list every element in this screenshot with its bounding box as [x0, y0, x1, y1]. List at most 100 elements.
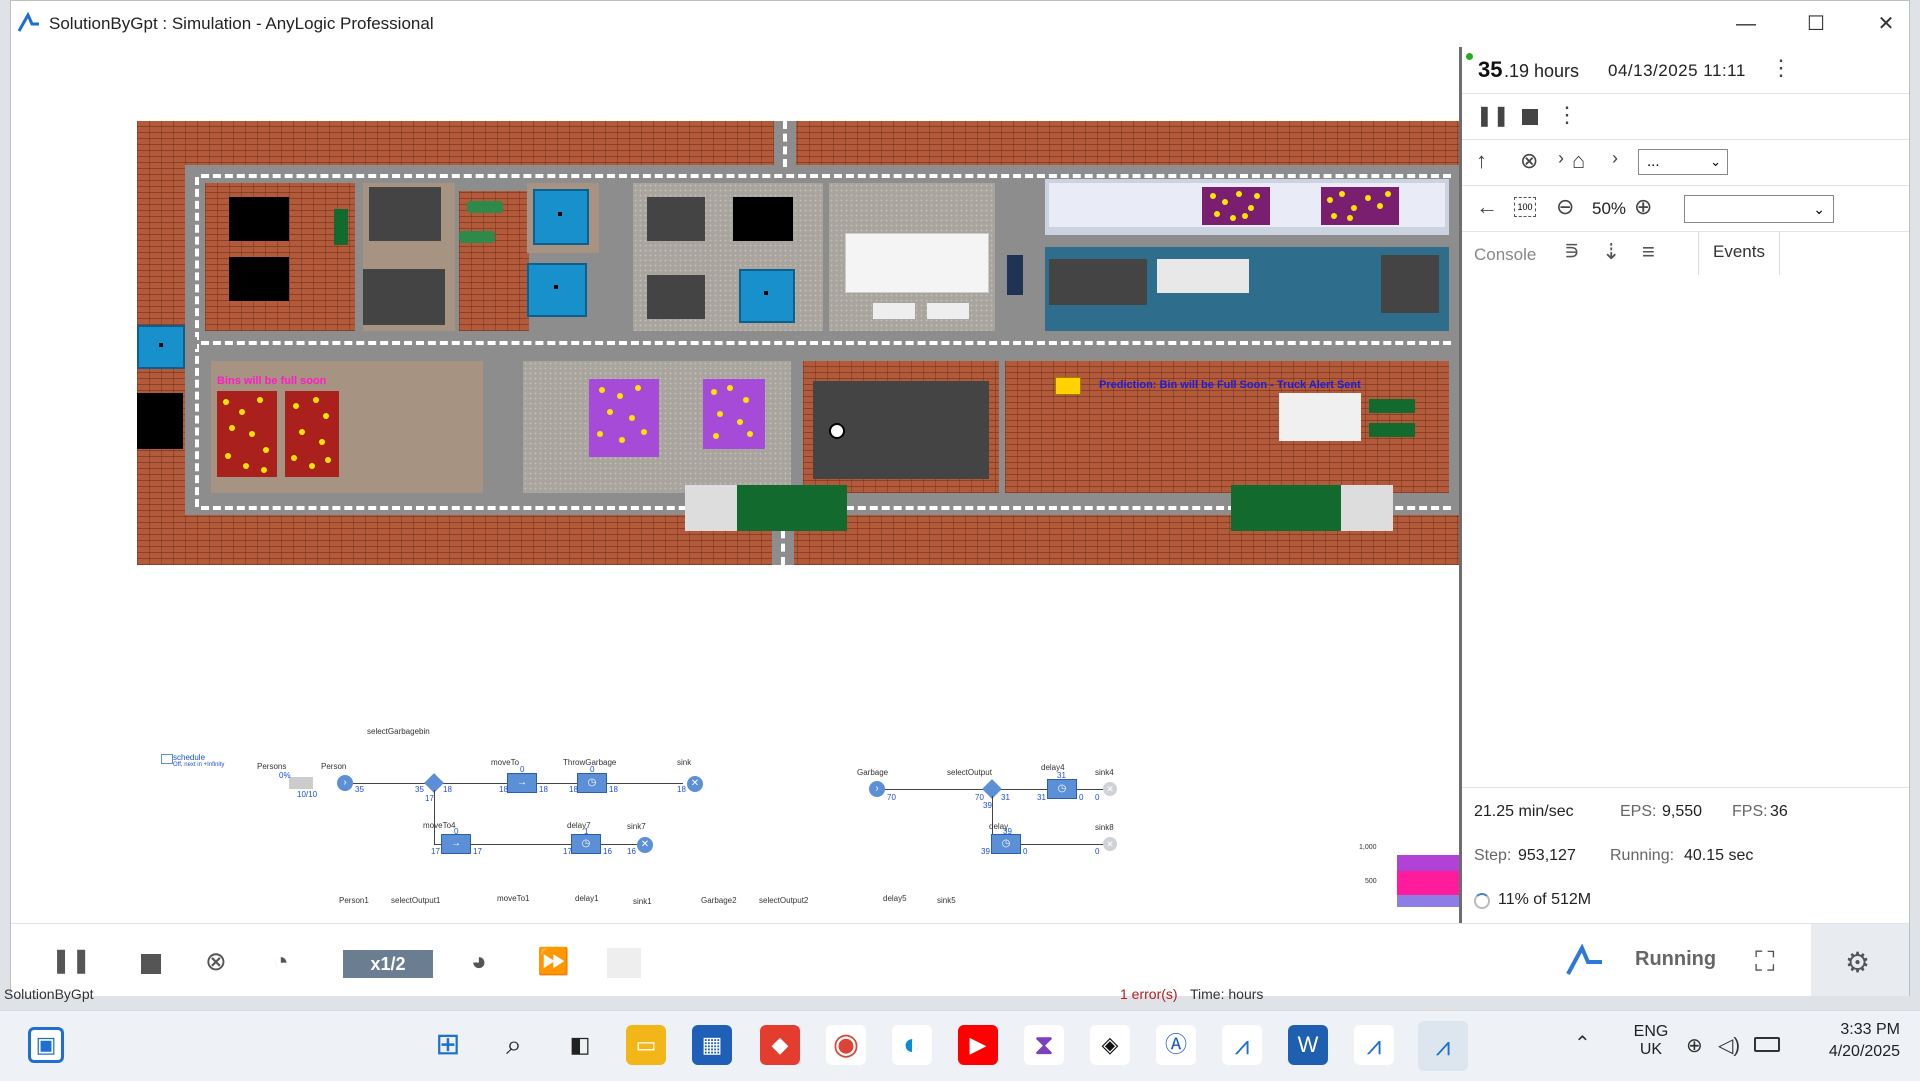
- arrow-back-icon[interactable]: ←: [1476, 194, 1498, 220]
- sink8-icon[interactable]: ✕: [1103, 837, 1117, 851]
- garbage-container: [527, 263, 587, 317]
- git-icon[interactable]: ◆: [760, 1025, 800, 1065]
- word-icon[interactable]: W: [1288, 1025, 1328, 1065]
- persons-population-icon[interactable]: [289, 777, 313, 789]
- flow-count: 31: [1057, 771, 1066, 780]
- building: [137, 393, 183, 449]
- chevron-up-icon[interactable]: ⌃: [1574, 1031, 1591, 1056]
- schedule-label[interactable]: schedule: [173, 753, 205, 762]
- simulation-canvas[interactable]: Bins will be full soon Prediction: Bin w…: [11, 47, 1459, 923]
- flow-label: delay5: [883, 894, 907, 903]
- model-time-fraction: .19 hours: [1504, 61, 1580, 81]
- close-button[interactable]: ✕: [1861, 9, 1911, 39]
- building: [647, 197, 705, 241]
- flow-label: moveTo1: [497, 894, 530, 903]
- visual-studio-icon[interactable]: ⧗: [1024, 1025, 1064, 1065]
- real-time-speed-icon[interactable]: ⊗: [205, 946, 227, 977]
- road-marking: [201, 341, 1451, 345]
- stop-icon[interactable]: [1522, 109, 1538, 125]
- flow-count: 17: [563, 847, 572, 856]
- network-icon[interactable]: ⊕: [1686, 1033, 1703, 1058]
- virtual-time-icon[interactable]: ⏩: [537, 946, 569, 977]
- volume-icon[interactable]: ◁): [1718, 1033, 1740, 1058]
- zoom-out-icon[interactable]: ⊖: [1556, 194, 1574, 220]
- clock-time: 3:33 PM: [1840, 1021, 1900, 1038]
- flow-count: 70: [887, 793, 896, 802]
- widgets-icon[interactable]: ▣: [28, 1027, 64, 1063]
- arrow-up-icon[interactable]: ↑: [1476, 148, 1487, 174]
- clear-console-icon[interactable]: ⋾: [1564, 239, 1580, 265]
- home-icon[interactable]: ⌂: [1572, 148, 1585, 174]
- run-status: Running: [1635, 948, 1717, 970]
- delay7-block[interactable]: ◷: [571, 834, 601, 854]
- flow-count: 0: [1023, 847, 1028, 856]
- minimize-button[interactable]: —: [1721, 9, 1771, 39]
- view-area-select[interactable]: ⌄: [1684, 195, 1834, 223]
- sink4-icon[interactable]: ✕: [1103, 782, 1117, 796]
- building: [1157, 259, 1249, 293]
- anylogic-logo-icon: [1566, 944, 1602, 975]
- store-icon[interactable]: ▦: [692, 1025, 732, 1065]
- chart-bar-segment: [1397, 855, 1459, 871]
- gear-icon[interactable]: ⚙: [1845, 946, 1870, 979]
- recycling-bin: [1202, 187, 1270, 225]
- zoom-in-icon[interactable]: ⊕: [1634, 194, 1652, 220]
- agent-select[interactable]: ... ⌄: [1638, 149, 1728, 175]
- language-code: ENG: [1633, 1023, 1669, 1040]
- schedule-icon[interactable]: [161, 754, 173, 764]
- pause-icon[interactable]: ❚❚: [1476, 103, 1510, 128]
- console-output[interactable]: [1462, 275, 1909, 835]
- delay-block[interactable]: ◷: [991, 834, 1021, 854]
- fullscreen-icon[interactable]: ⛶: [1755, 946, 1775, 979]
- more-vert-icon[interactable]: ⋮: [1556, 102, 1578, 128]
- speed-indicator[interactable]: x1/2: [343, 950, 433, 978]
- source-garbage-icon[interactable]: ›: [869, 781, 885, 797]
- task-view-icon[interactable]: ◧: [560, 1025, 600, 1065]
- edge-icon[interactable]: ◐: [892, 1025, 932, 1065]
- flow-count: 18: [499, 785, 508, 794]
- zoom-fit-icon[interactable]: 100: [1514, 197, 1536, 217]
- maximize-button[interactable]: ☐: [1791, 9, 1841, 39]
- slow-down-icon[interactable]: ◔: [273, 946, 289, 977]
- file-explorer-icon[interactable]: ▭: [626, 1025, 666, 1065]
- tab-console[interactable]: Console: [1474, 245, 1536, 265]
- notes-app-icon[interactable]: ◈: [1090, 1025, 1130, 1065]
- tab-events[interactable]: Events: [1698, 231, 1780, 277]
- close-circle-icon[interactable]: ⊗: [1520, 148, 1538, 174]
- sink7-icon[interactable]: ✕: [637, 837, 653, 853]
- flow-label: sink7: [627, 822, 646, 831]
- moveTo-block[interactable]: →: [507, 773, 537, 793]
- inkscape-icon[interactable]: Ⓐ: [1156, 1025, 1196, 1065]
- chevron-down-icon: ⌄: [1710, 154, 1721, 169]
- chrome-icon[interactable]: ◉: [826, 1025, 866, 1065]
- source-person-icon[interactable]: ›: [337, 775, 353, 791]
- moveTo4-block[interactable]: →: [441, 834, 471, 854]
- scroll-lock-icon[interactable]: ⇣: [1602, 239, 1620, 265]
- system-clock[interactable]: 3:33 PM 4/20/2025: [1800, 1021, 1900, 1061]
- chart-bar-segment: [1397, 871, 1459, 895]
- stop-icon[interactable]: [141, 954, 161, 974]
- chevron-right-icon: ›: [1612, 148, 1618, 168]
- battery-icon[interactable]: [1754, 1037, 1780, 1052]
- flow-label: selectOutput: [947, 768, 992, 777]
- recycling-bin: [589, 379, 659, 457]
- building: [1279, 393, 1361, 441]
- fps-value: 36: [1770, 803, 1788, 820]
- more-vert-icon[interactable]: ⋮: [1770, 55, 1792, 81]
- word-wrap-icon[interactable]: ≡: [1642, 239, 1655, 265]
- delay4-block[interactable]: ◷: [1047, 779, 1077, 799]
- anylogic-app-icon[interactable]: ⩘: [1222, 1025, 1262, 1065]
- flow-count: 31: [1001, 793, 1010, 802]
- youtube-icon[interactable]: ▶: [958, 1025, 998, 1065]
- search-icon[interactable]: ⌕: [494, 1025, 534, 1065]
- pause-icon[interactable]: ❚❚: [51, 946, 91, 975]
- parked-car: [1007, 255, 1023, 295]
- throwGarbage-delay-block[interactable]: ◷: [577, 773, 607, 793]
- anylogic-app-icon[interactable]: ⩘: [1354, 1025, 1394, 1065]
- speed-up-icon[interactable]: ◕: [471, 946, 487, 977]
- envelope-icon: [1055, 377, 1081, 395]
- start-icon[interactable]: ⊞: [428, 1025, 468, 1065]
- sink-icon[interactable]: ✕: [687, 776, 703, 792]
- input-language[interactable]: ENG UK: [1624, 1023, 1678, 1059]
- anylogic-active-icon[interactable]: ⩘: [1418, 1021, 1468, 1071]
